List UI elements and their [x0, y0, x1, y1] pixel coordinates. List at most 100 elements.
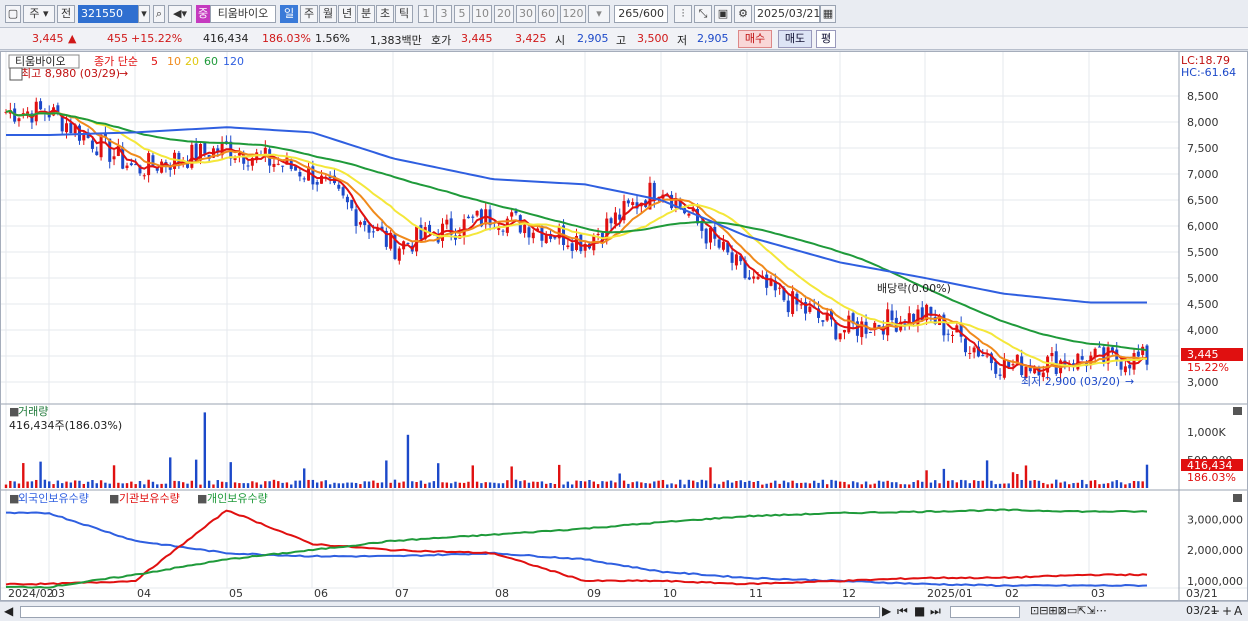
zoom-out-icon[interactable]: −	[1210, 604, 1220, 618]
zoom-in-icon[interactable]: +	[1222, 604, 1232, 618]
volume-bar	[713, 483, 717, 488]
candle	[531, 232, 535, 239]
volume-bar	[691, 480, 695, 488]
calendar-icon[interactable]: ▦	[820, 5, 836, 23]
volume-bar	[26, 481, 29, 488]
candle	[972, 347, 976, 353]
volume-bar	[415, 482, 418, 488]
candle	[1136, 351, 1140, 357]
interval-60[interactable]: 60	[538, 5, 558, 23]
volume-bar	[1124, 484, 1127, 488]
volume-bar	[156, 484, 159, 488]
stock-name[interactable]: 티움바이오	[210, 5, 276, 23]
window-icon[interactable]: ▢	[5, 5, 21, 23]
volume-bar	[1137, 481, 1140, 488]
quote-bar: 3,445 ▲ 455 +15.22% 416,434 186.03% 1.56…	[0, 28, 1248, 50]
period-minute[interactable]: 분	[357, 5, 375, 23]
interval-20[interactable]: 20	[494, 5, 514, 23]
interval-3[interactable]: 3	[436, 5, 452, 23]
volume-close-icon[interactable]	[1233, 407, 1242, 415]
candle	[320, 175, 324, 184]
interval-30[interactable]: 30	[516, 5, 536, 23]
x-tick-label: 08	[495, 587, 509, 600]
volume-bar	[95, 483, 98, 488]
tool-icons[interactable]: ⊡⊟⊞⊠▭⇱⇲⋯	[1030, 604, 1107, 617]
volume-bar	[864, 481, 868, 488]
speaker-icon[interactable]: ◀▾	[168, 5, 192, 23]
high-annotation: 최고 8,980 (03/29)	[21, 67, 120, 80]
ma-line-5	[5, 108, 1148, 373]
period-year[interactable]: 년	[338, 5, 356, 23]
candle	[354, 209, 358, 226]
chart-panel[interactable]: 8,500 8,000 7,500 7,000 6,500 6,000 5,500 5,000…	[0, 51, 1248, 601]
eval-button[interactable]: 평	[816, 30, 836, 48]
volume-bar	[938, 483, 941, 488]
candle-type-icon[interactable]: ⫶	[674, 5, 692, 23]
code-input[interactable]: 321550	[78, 5, 138, 23]
volume-bar	[13, 481, 16, 488]
candle	[1011, 364, 1015, 366]
volume-bar	[190, 480, 194, 488]
interval-10[interactable]: 10	[472, 5, 492, 23]
interval-120[interactable]: 120	[560, 5, 586, 23]
candle	[579, 234, 583, 252]
legend-ma20: 20	[185, 55, 199, 68]
volume-bar	[661, 479, 665, 488]
period-second[interactable]: 초	[376, 5, 394, 23]
volume-bar	[1128, 483, 1131, 488]
scrollbar-track[interactable]	[20, 606, 880, 618]
x-tick-label: 2024/02	[8, 587, 54, 600]
market-select[interactable]: 주 ▾	[23, 5, 55, 23]
interval-5[interactable]: 5	[454, 5, 470, 23]
ma-line-10	[5, 109, 1148, 369]
period-week[interactable]: 주	[300, 5, 318, 23]
volume-bar	[506, 480, 509, 488]
font-icon[interactable]: A	[1234, 604, 1242, 618]
interval-1[interactable]: 1	[418, 5, 434, 23]
last-icon[interactable]: ⏭	[930, 604, 941, 619]
sell-button[interactable]: 매도	[778, 30, 812, 48]
count-field[interactable]: 265/600	[614, 5, 668, 23]
candle	[613, 212, 617, 225]
code-dropdown-icon[interactable]: ▾	[138, 5, 150, 23]
volume-bar	[493, 482, 496, 488]
volume-bar	[350, 482, 353, 488]
holdings-line	[5, 509, 1148, 586]
holdings-tick-label: 3,000,000	[1187, 513, 1243, 526]
period-tick[interactable]: 틱	[395, 5, 413, 23]
candle	[998, 374, 1002, 376]
volume-bar	[255, 482, 258, 488]
volume-bar	[821, 479, 825, 488]
volume-bar	[411, 481, 414, 488]
stop-icon[interactable]: ■	[914, 604, 925, 618]
volume-bar	[648, 483, 652, 488]
volume-bar	[908, 484, 911, 488]
candle	[570, 243, 574, 251]
x-tick-label: 03	[1091, 587, 1105, 600]
settings-icon[interactable]: ⚙	[734, 5, 752, 23]
period-month[interactable]: 월	[319, 5, 337, 23]
draw-tool-icon[interactable]: ⤡	[694, 5, 712, 23]
candle	[17, 118, 21, 122]
volume-bar	[173, 480, 176, 488]
holdings-close-icon[interactable]	[1233, 494, 1242, 502]
volume-bar	[264, 481, 267, 488]
zoom-slider[interactable]	[950, 606, 1020, 618]
candle	[985, 355, 989, 357]
scroll-left-icon[interactable]: ◀	[4, 604, 13, 618]
candle	[626, 200, 630, 204]
candle	[419, 224, 423, 240]
volume-bar	[687, 479, 691, 488]
search-icon[interactable]: ⌕	[153, 5, 165, 23]
period-day[interactable]: 일	[280, 5, 298, 23]
prev-button[interactable]: 전	[57, 5, 75, 23]
volume-bar	[942, 468, 946, 488]
save-icon[interactable]: ▣	[714, 5, 732, 23]
volume-bar	[579, 480, 583, 488]
buy-button[interactable]: 매수	[738, 30, 772, 48]
calculator-icon[interactable]	[9, 67, 23, 81]
first-icon[interactable]: ⏮	[897, 604, 908, 619]
date-field[interactable]: 2025/03/21	[754, 5, 820, 23]
interval-dropdown-icon[interactable]: ▾	[588, 5, 610, 23]
play-icon[interactable]: ▶	[882, 604, 891, 618]
